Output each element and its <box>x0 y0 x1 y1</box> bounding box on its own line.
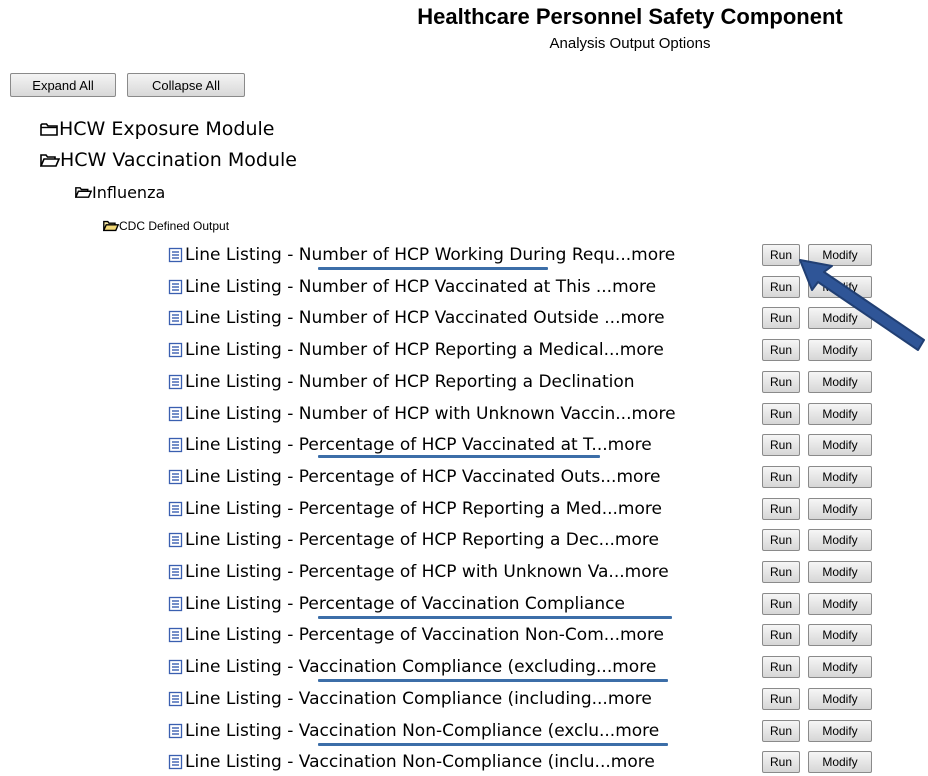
modify-button[interactable]: Modify <box>808 720 872 742</box>
document-icon <box>168 469 184 485</box>
run-button[interactable]: Run <box>762 466 800 488</box>
document-icon <box>168 342 184 358</box>
modify-button[interactable]: Modify <box>808 466 872 488</box>
folder-open-icon <box>103 220 119 232</box>
run-button[interactable]: Run <box>762 720 800 742</box>
list-item: Line Listing - Number of HCP Vaccinated … <box>168 273 878 301</box>
line-listing-label[interactable]: Line Listing - Percentage of Vaccination… <box>185 625 775 645</box>
modify-button[interactable]: Modify <box>808 529 872 551</box>
document-icon <box>168 754 184 770</box>
modify-button[interactable]: Modify <box>808 593 872 615</box>
line-listing-label[interactable]: Line Listing - Percentage of Vaccination… <box>185 594 775 614</box>
folder-open-icon <box>75 186 92 199</box>
tree-node-influenza[interactable]: Influenza <box>75 182 165 202</box>
document-icon <box>168 532 184 548</box>
document-icon <box>168 659 184 675</box>
run-button[interactable]: Run <box>762 434 800 456</box>
line-listing-label[interactable]: Line Listing - Percentage of HCP with Un… <box>185 562 775 582</box>
run-button[interactable]: Run <box>762 529 800 551</box>
line-listing-label[interactable]: Line Listing - Number of HCP Working Dur… <box>185 245 775 265</box>
document-icon <box>168 501 184 517</box>
annotation-underline <box>318 267 548 270</box>
line-listing-label[interactable]: Line Listing - Vaccination Non-Complianc… <box>185 752 775 772</box>
line-listing-label[interactable]: Line Listing - Percentage of HCP Vaccina… <box>185 467 775 487</box>
list-item: Line Listing - Vaccination Compliance (i… <box>168 685 878 713</box>
line-listing-label[interactable]: Line Listing - Vaccination Compliance (e… <box>185 657 775 677</box>
line-listing-label[interactable]: Line Listing - Number of HCP Vaccinated … <box>185 277 775 297</box>
annotation-underline <box>318 455 600 458</box>
annotation-underline <box>318 679 668 682</box>
page-title: Healthcare Personnel Safety Component <box>417 4 843 29</box>
list-item: Line Listing - Number of HCP Reporting a… <box>168 336 878 364</box>
run-button[interactable]: Run <box>762 688 800 710</box>
line-listing-label[interactable]: Line Listing - Number of HCP Reporting a… <box>185 372 775 392</box>
run-button[interactable]: Run <box>762 498 800 520</box>
document-icon <box>168 723 184 739</box>
annotation-arrow-icon <box>799 259 925 351</box>
document-icon <box>168 310 184 326</box>
line-listing-label[interactable]: Line Listing - Vaccination Compliance (i… <box>185 689 775 709</box>
document-icon <box>168 596 184 612</box>
list-item: Line Listing - Percentage of Vaccination… <box>168 621 878 649</box>
document-icon <box>168 564 184 580</box>
modify-button[interactable]: Modify <box>808 434 872 456</box>
run-button[interactable]: Run <box>762 403 800 425</box>
modify-button[interactable]: Modify <box>808 371 872 393</box>
list-item: Line Listing - Number of HCP Working Dur… <box>168 241 878 269</box>
list-item: Line Listing - Vaccination Compliance (e… <box>168 653 878 681</box>
run-button[interactable]: Run <box>762 624 800 646</box>
tree-node-label: CDC Defined Output <box>119 219 230 233</box>
list-item: Line Listing - Percentage of HCP Reporti… <box>168 526 878 554</box>
modify-button[interactable]: Modify <box>808 656 872 678</box>
document-icon <box>168 437 184 453</box>
collapse-all-button[interactable]: Collapse All <box>127 73 245 97</box>
modify-button[interactable]: Modify <box>808 624 872 646</box>
line-listing-label[interactable]: Line Listing - Vaccination Non-Complianc… <box>185 721 775 741</box>
line-listing-label[interactable]: Line Listing - Percentage of HCP Reporti… <box>185 530 775 550</box>
expand-all-button[interactable]: Expand All <box>10 73 116 97</box>
line-listing-label[interactable]: Line Listing - Percentage of HCP Vaccina… <box>185 435 775 455</box>
tree-node-vaccination-module[interactable]: HCW Vaccination Module <box>40 148 297 172</box>
list-item: Line Listing - Percentage of HCP Reporti… <box>168 495 878 523</box>
annotation-underline <box>318 743 668 746</box>
document-icon <box>168 247 184 263</box>
list-item: Line Listing - Percentage of HCP with Un… <box>168 558 878 586</box>
tree-node-label: HCW Exposure Module <box>59 118 275 140</box>
modify-button[interactable]: Modify <box>808 403 872 425</box>
tree-node-label: HCW Vaccination Module <box>60 149 297 171</box>
run-button[interactable]: Run <box>762 371 800 393</box>
line-listing-label[interactable]: Line Listing - Number of HCP Vaccinated … <box>185 308 775 328</box>
list-item: Line Listing - Percentage of Vaccination… <box>168 590 878 618</box>
line-listing-label[interactable]: Line Listing - Number of HCP Reporting a… <box>185 340 775 360</box>
tree-node-cdc-defined-output[interactable]: CDC Defined Output <box>103 217 229 235</box>
run-button[interactable]: Run <box>762 656 800 678</box>
line-listing-label[interactable]: Line Listing - Percentage of HCP Reporti… <box>185 499 775 519</box>
run-button[interactable]: Run <box>762 593 800 615</box>
run-button[interactable]: Run <box>762 751 800 773</box>
document-icon <box>168 374 184 390</box>
list-item: Line Listing - Number of HCP Reporting a… <box>168 368 878 396</box>
modify-button[interactable]: Modify <box>808 561 872 583</box>
folder-closed-icon <box>40 122 59 137</box>
list-item: Line Listing - Vaccination Non-Complianc… <box>168 717 878 745</box>
tree-node-exposure-module[interactable]: HCW Exposure Module <box>40 117 274 141</box>
folder-open-icon <box>40 153 60 168</box>
run-button[interactable]: Run <box>762 561 800 583</box>
list-item: Line Listing - Number of HCP Vaccinated … <box>168 304 878 332</box>
document-icon <box>168 406 184 422</box>
list-item: Line Listing - Vaccination Non-Complianc… <box>168 748 878 776</box>
modify-button[interactable]: Modify <box>808 751 872 773</box>
annotation-underline <box>318 616 672 619</box>
list-item: Line Listing - Number of HCP with Unknow… <box>168 400 878 428</box>
modify-button[interactable]: Modify <box>808 498 872 520</box>
list-item: Line Listing - Percentage of HCP Vaccina… <box>168 463 878 491</box>
tree-node-label: Influenza <box>92 182 166 202</box>
document-icon <box>168 627 184 643</box>
page-subtitle: Analysis Output Options <box>549 35 711 52</box>
line-listing-label[interactable]: Line Listing - Number of HCP with Unknow… <box>185 404 775 424</box>
modify-button[interactable]: Modify <box>808 688 872 710</box>
document-icon <box>168 691 184 707</box>
document-icon <box>168 279 184 295</box>
